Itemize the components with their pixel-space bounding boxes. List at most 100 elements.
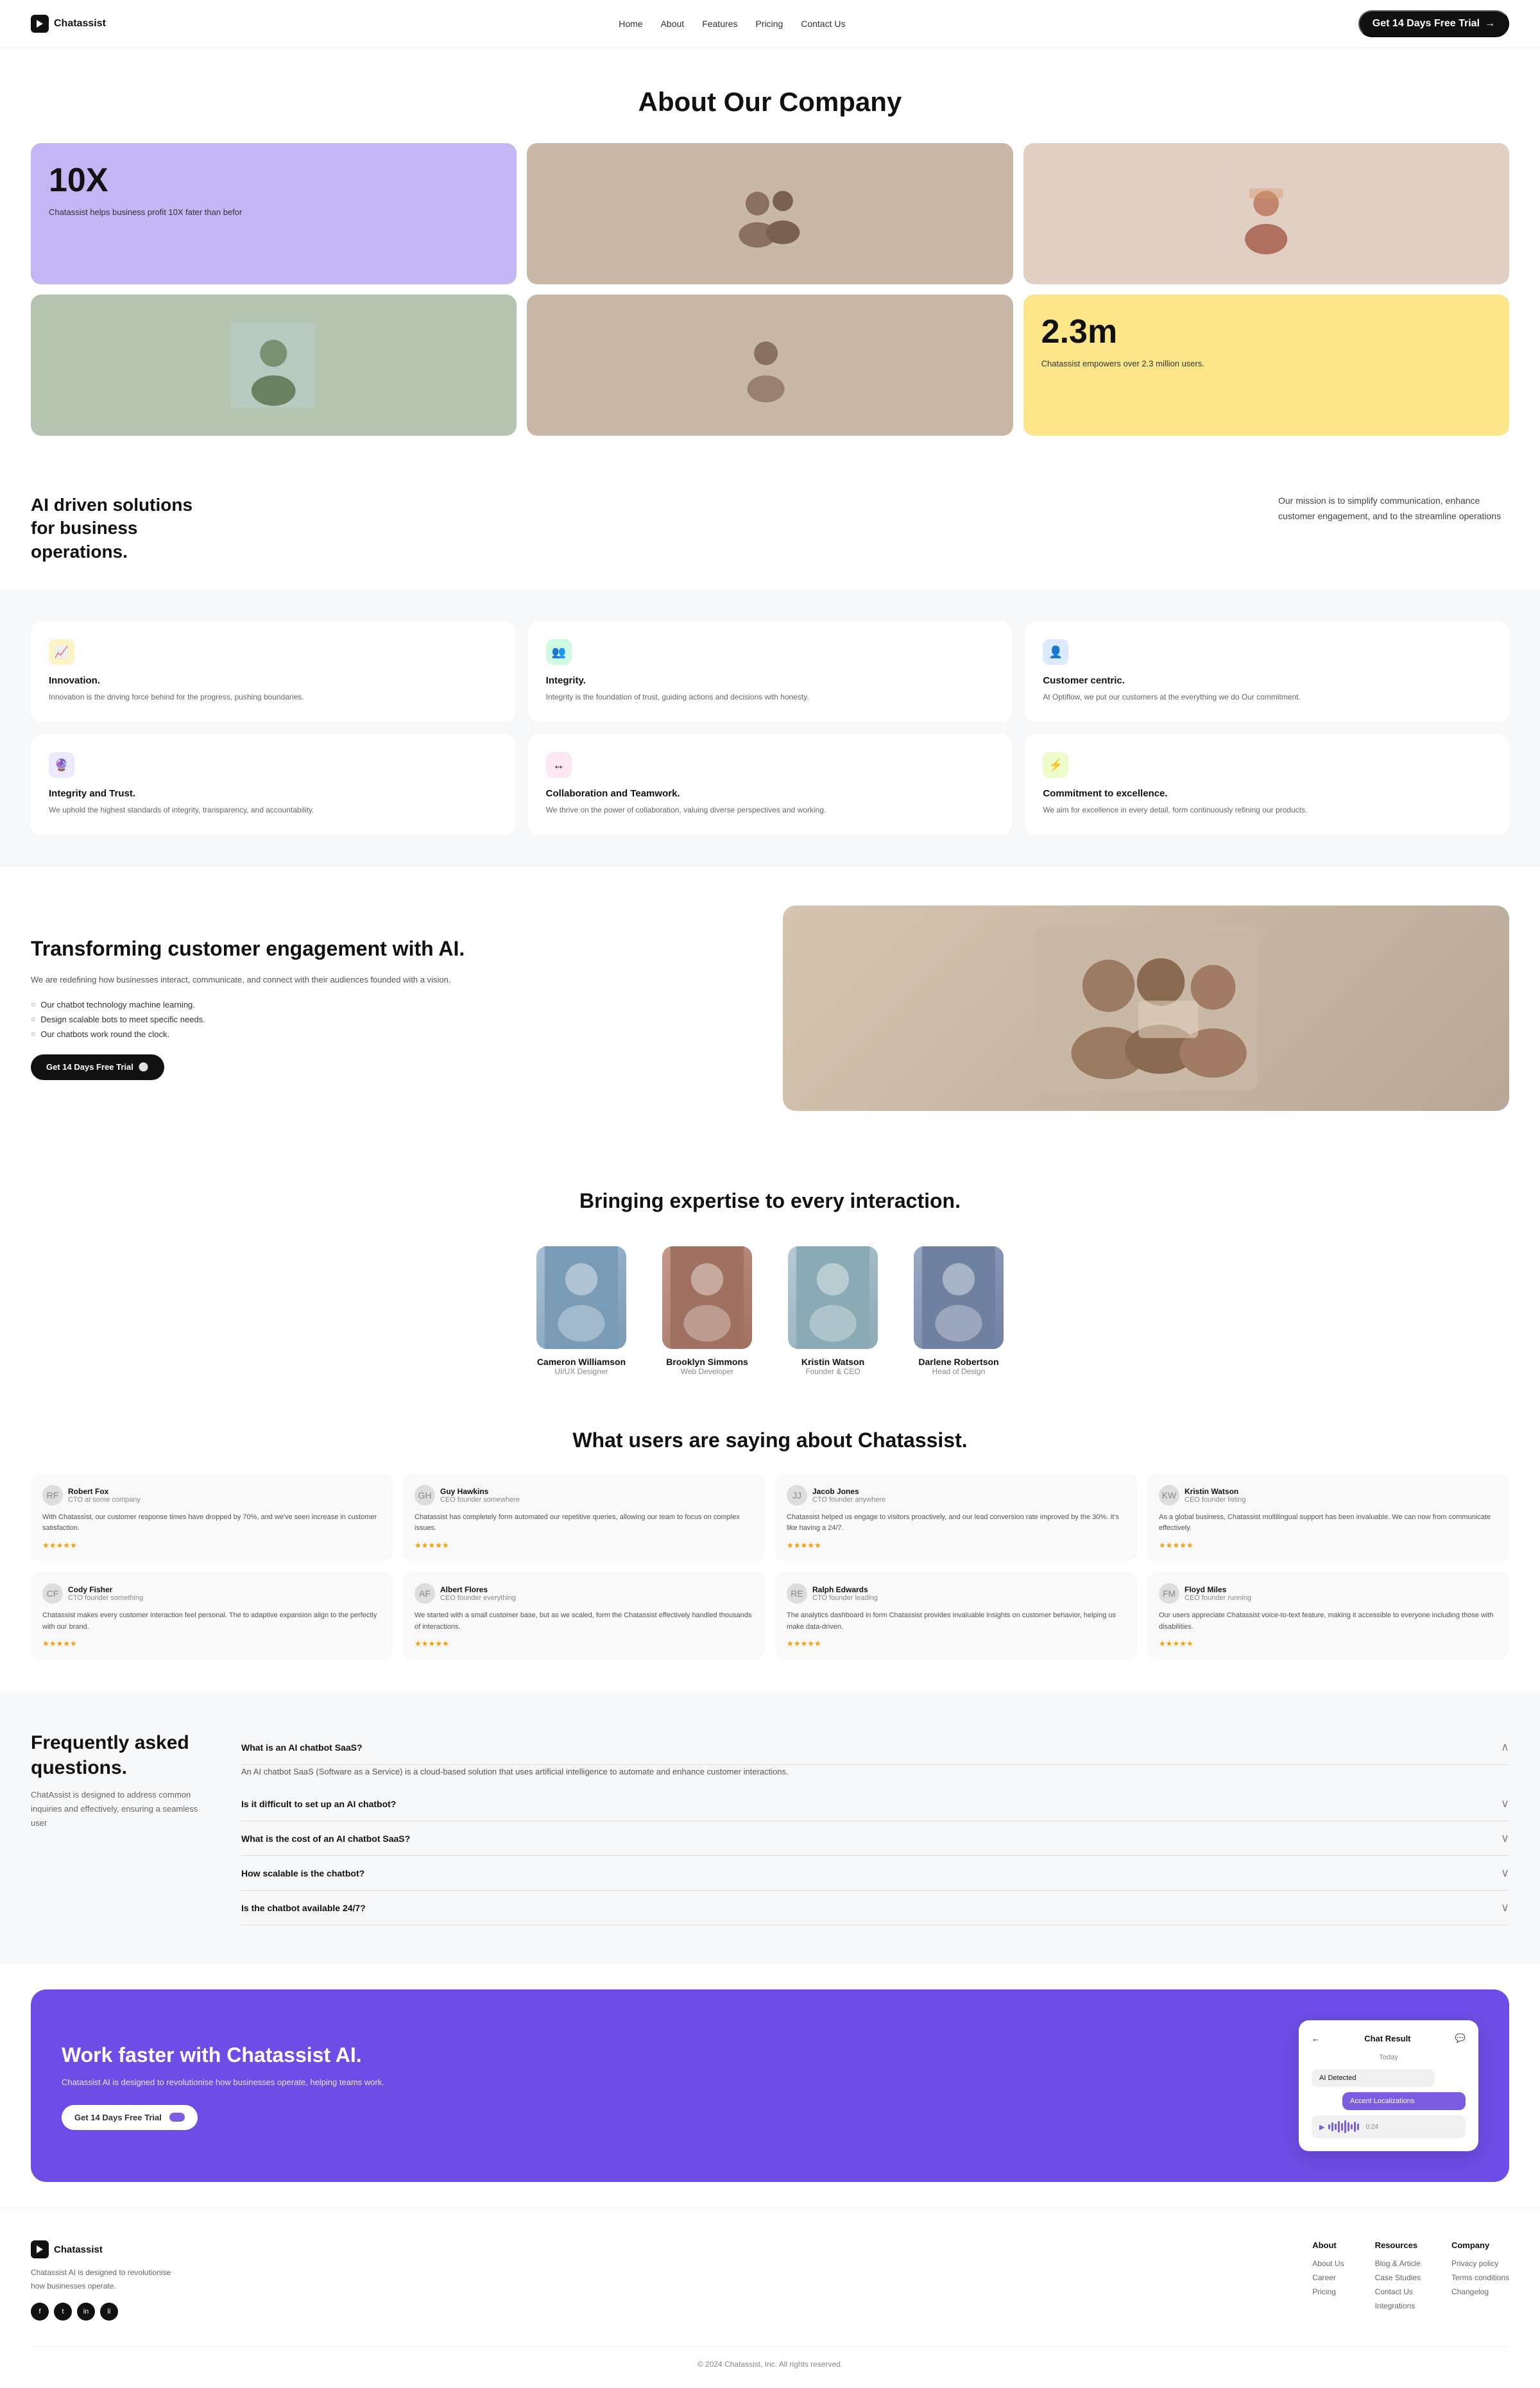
social-instagram[interactable]: in — [77, 2303, 95, 2321]
mission-heading: AI driven solutions for business operati… — [31, 494, 198, 563]
value-card-4: ↔ Collaboration and Teamwork. We thrive … — [528, 734, 1013, 834]
t-info-6: Ralph Edwards CTO founder leading — [812, 1585, 878, 1602]
team-role-3: Head of Design — [901, 1367, 1016, 1376]
dot-icon: ⚪ — [139, 1062, 149, 1072]
value-desc-4: We thrive on the power of collaboration,… — [546, 804, 995, 816]
t-avatar-6: RE — [787, 1583, 807, 1604]
faq-item-4[interactable]: Is the chatbot available 24/7? ∨ — [241, 1891, 1509, 1925]
t-info-3: Kristin Watson CEO founder listing — [1185, 1487, 1245, 1504]
t-avatar-7: FM — [1159, 1583, 1179, 1604]
testimonial-card-0: RF Robert Fox CTO at some company With C… — [31, 1473, 393, 1561]
t-role-0: CTO at some company — [68, 1496, 141, 1504]
value-title-2: Customer centric. — [1043, 675, 1491, 686]
social-facebook[interactable]: f — [31, 2303, 49, 2321]
testimonials-grid: RF Robert Fox CTO at some company With C… — [31, 1473, 1509, 1660]
t-stars-1: ★★★★★ — [415, 1541, 753, 1550]
t-user-3: KW Kristin Watson CEO founder listing — [1159, 1485, 1498, 1506]
faq-chevron-4: ∨ — [1501, 1901, 1509, 1914]
navbar: Chatassist Home About Features Pricing C… — [0, 0, 1540, 48]
team-image-svg1 — [624, 171, 916, 256]
team-name-3: Darlene Robertson — [901, 1357, 1016, 1367]
footer-link-1-3[interactable]: Integrations — [1375, 2301, 1421, 2310]
team-card-3: Darlene Robertson Head of Design — [901, 1246, 1016, 1376]
nav-pricing[interactable]: Pricing — [755, 19, 783, 29]
testimonial-card-1: GH Guy Hawkins CEO founder somewhere Cha… — [403, 1473, 765, 1561]
faq-section: Frequently asked questions. ChatAssist i… — [0, 1692, 1540, 1964]
t-user-6: RE Ralph Edwards CTO founder leading — [787, 1583, 1125, 1604]
arrow-icon: → — [1485, 18, 1495, 30]
faq-question-3[interactable]: How scalable is the chatbot? ∨ — [241, 1856, 1509, 1891]
waveform-time: 0:24 — [1365, 2124, 1378, 2131]
stat-card-users: 2.3m Chatassist empowers over 2.3 millio… — [1023, 295, 1509, 436]
team-image-3 — [31, 295, 517, 436]
mission-left: AI driven solutions for business operati… — [31, 494, 198, 563]
footer-link-0-1[interactable]: Career — [1312, 2273, 1344, 2282]
faq-heading: Frequently asked questions. — [31, 1730, 210, 1780]
waveform-bar-5 — [1341, 2123, 1343, 2131]
team-avatar-3 — [914, 1246, 1004, 1349]
t-avatar-5: AF — [415, 1583, 435, 1604]
navbar-cta-button[interactable]: Get 14 Days Free Trial → — [1358, 10, 1509, 37]
expertise-section: Bringing expertise to every interaction. — [0, 1149, 1540, 1228]
feature-1: Our chatbot technology machine learning. — [31, 1000, 757, 1009]
value-title-5: Commitment to excellence. — [1043, 788, 1491, 799]
footer-link-1-1[interactable]: Case Studies — [1375, 2273, 1421, 2282]
multiplier-desc: Chatassist helps business profit 10X fat… — [49, 206, 499, 219]
waveform-bar-1 — [1328, 2124, 1330, 2129]
footer-link-0-0[interactable]: About Us — [1312, 2259, 1344, 2268]
team-role-0: UI/UX Designer — [524, 1367, 639, 1376]
footer-link-1-2[interactable]: Contact Us — [1375, 2287, 1421, 2296]
cta-banner: Work faster with Chatassist AI. Chatassi… — [31, 1989, 1509, 2182]
chat-title: Chat Result — [1364, 2034, 1410, 2043]
footer-col-2: CompanyPrivacy policyTerms conditionsCha… — [1451, 2240, 1509, 2321]
team-image-2 — [1023, 143, 1509, 284]
faq-question-0[interactable]: What is an AI chatbot SaaS? ∧ — [241, 1730, 1509, 1765]
nav-contact[interactable]: Contact Us — [801, 19, 845, 29]
t-info-4: Cody Fisher CTO founder something — [68, 1585, 143, 1602]
faq-q-text-0: What is an AI chatbot SaaS? — [241, 1742, 363, 1753]
collage-image-1 — [527, 143, 1013, 284]
value-icon-4: ↔ — [546, 752, 572, 778]
value-card-0: 📈 Innovation. Innovation is the driving … — [31, 621, 515, 721]
faq-item-0[interactable]: What is an AI chatbot SaaS? ∧ An AI chat… — [241, 1730, 1509, 1787]
testimonial-card-4: CF Cody Fisher CTO founder something Cha… — [31, 1572, 393, 1660]
faq-question-4[interactable]: Is the chatbot available 24/7? ∨ — [241, 1891, 1509, 1925]
footer-link-2-0[interactable]: Privacy policy — [1451, 2259, 1509, 2268]
t-avatar-1: GH — [415, 1485, 435, 1506]
cta-banner-button[interactable]: Get 14 Days Free Trial — [62, 2105, 198, 2130]
footer-link-0-2[interactable]: Pricing — [1312, 2287, 1344, 2296]
footer-logo: Chatassist — [31, 2240, 172, 2258]
t-stars-0: ★★★★★ — [42, 1541, 381, 1550]
stat-card-multiplier: 10X Chatassist helps business profit 10X… — [31, 143, 517, 284]
faq-item-2[interactable]: What is the cost of an AI chatbot SaaS? … — [241, 1821, 1509, 1856]
nav-about[interactable]: About — [661, 19, 685, 29]
collage-grid: 10X Chatassist helps business profit 10X… — [31, 143, 1509, 436]
t-text-3: As a global business, Chatassist multili… — [1159, 1512, 1498, 1534]
nav-features[interactable]: Features — [702, 19, 737, 29]
faq-question-1[interactable]: Is it difficult to set up an AI chatbot?… — [241, 1787, 1509, 1821]
team-name-2: Kristin Watson — [775, 1357, 891, 1367]
logo-text: Chatassist — [54, 18, 106, 30]
nav-home[interactable]: Home — [619, 19, 642, 29]
logo[interactable]: Chatassist — [31, 15, 106, 33]
about-hero: About Our Company — [0, 48, 1540, 143]
page-title: About Our Company — [31, 87, 1509, 117]
social-twitter[interactable]: t — [54, 2303, 72, 2321]
footer-link-2-1[interactable]: Terms conditions — [1451, 2273, 1509, 2282]
value-title-4: Collaboration and Teamwork. — [546, 788, 995, 799]
footer-link-1-0[interactable]: Blog & Article — [1375, 2259, 1421, 2268]
social-linkedin[interactable]: li — [100, 2303, 118, 2321]
t-user-0: RF Robert Fox CTO at some company — [42, 1485, 381, 1506]
collage-image-2 — [1023, 143, 1509, 284]
value-desc-3: We uphold the highest standards of integ… — [49, 804, 497, 816]
value-card-2: 👤 Customer centric. At Optiflow, we put … — [1025, 621, 1509, 721]
faq-item-3[interactable]: How scalable is the chatbot? ∨ — [241, 1856, 1509, 1891]
footer: Chatassist Chatassist AI is designed to … — [0, 2208, 1540, 2388]
footer-link-2-2[interactable]: Changelog — [1451, 2287, 1509, 2296]
team-name-1: Brooklyn Simmons — [649, 1357, 765, 1367]
faq-item-1[interactable]: Is it difficult to set up an AI chatbot?… — [241, 1787, 1509, 1821]
chat-waveform: ▶ 0:24 — [1312, 2115, 1466, 2138]
transform-cta-button[interactable]: Get 14 Days Free Trial ⚪ — [31, 1054, 164, 1080]
faq-question-2[interactable]: What is the cost of an AI chatbot SaaS? … — [241, 1821, 1509, 1856]
footer-col-1: ResourcesBlog & ArticleCase StudiesConta… — [1375, 2240, 1421, 2321]
